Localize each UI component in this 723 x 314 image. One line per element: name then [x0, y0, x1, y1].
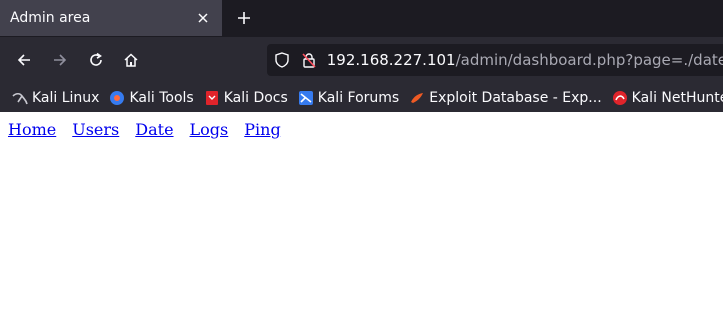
bookmark-kali-tools[interactable]: Kali Tools	[109, 86, 194, 110]
tab-admin-area[interactable]: Admin area	[0, 0, 222, 36]
url-path: /admin/dashboard.php?page=./date	[455, 51, 723, 69]
nav-link-logs[interactable]: Logs	[190, 120, 229, 139]
bookmark-label: Exploit Database - Exp...	[429, 89, 602, 106]
kali-tools-icon	[109, 90, 125, 106]
home-button[interactable]	[116, 45, 146, 75]
url-text: 192.168.227.101/admin/dashboard.php?page…	[327, 51, 723, 69]
bookmark-label: Kali Linux	[32, 89, 100, 106]
url-host: 192.168.227.101	[326, 51, 456, 69]
bookmark-kali-nethunter[interactable]: Kali NetHunter	[612, 86, 723, 110]
navigation-toolbar: 192.168.227.101/admin/dashboard.php?page…	[0, 37, 723, 83]
kali-dragon-icon	[12, 90, 28, 106]
bookmark-label: Kali Forums	[317, 89, 400, 106]
kali-docs-icon	[204, 90, 220, 106]
tab-title: Admin area	[10, 10, 91, 26]
tracking-shield-icon[interactable]	[275, 52, 292, 68]
nav-link-ping[interactable]: Ping	[244, 120, 280, 139]
page-content: Home Users Date Logs Ping	[0, 112, 723, 314]
tab-strip: Admin area	[0, 0, 723, 37]
close-icon[interactable]	[190, 5, 216, 31]
bookmark-kali-docs[interactable]: Kali Docs	[204, 86, 288, 110]
bookmark-label: Kali NetHunter	[631, 89, 723, 106]
reload-button[interactable]	[81, 45, 111, 75]
forward-arrow-icon	[54, 54, 67, 66]
reload-icon	[90, 52, 102, 66]
exploit-db-icon	[409, 90, 425, 106]
nav-link-date[interactable]: Date	[135, 120, 173, 139]
kali-forums-icon	[298, 90, 314, 106]
nav-link-home[interactable]: Home	[8, 120, 56, 139]
admin-nav: Home Users Date Logs Ping	[8, 120, 297, 139]
forward-button[interactable]	[45, 45, 75, 75]
insecure-lock-icon[interactable]	[302, 52, 319, 68]
bookmark-label: Kali Docs	[223, 89, 288, 106]
new-tab-button[interactable]	[230, 4, 258, 32]
bookmark-kali-linux[interactable]: Kali Linux	[12, 86, 99, 110]
bookmark-kali-forums[interactable]: Kali Forums	[298, 86, 399, 110]
plus-icon	[238, 12, 250, 24]
bookmark-label: Kali Tools	[129, 89, 194, 106]
back-button[interactable]	[9, 45, 39, 75]
back-arrow-icon	[17, 54, 30, 66]
nav-link-users[interactable]: Users	[72, 120, 119, 139]
home-icon	[124, 53, 138, 67]
browser-chrome: Admin area 192.168.227.101/admin/dashboa…	[0, 0, 723, 112]
bookmark-exploit-database[interactable]: Exploit Database - Exp...	[409, 86, 602, 110]
nethunter-icon	[612, 90, 628, 106]
url-bar[interactable]: 192.168.227.101/admin/dashboard.php?page…	[267, 44, 723, 76]
bookmarks-toolbar: Kali Linux Kali Tools Kali Docs Kali For…	[0, 83, 723, 112]
